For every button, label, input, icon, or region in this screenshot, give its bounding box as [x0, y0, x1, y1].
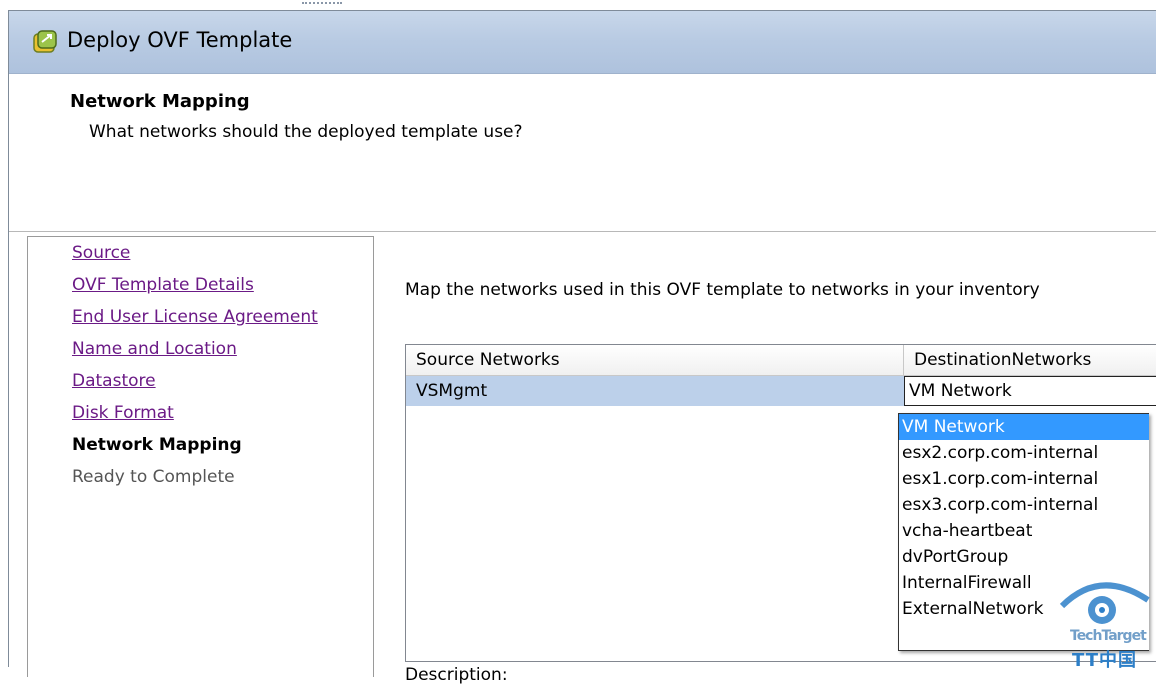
table-row[interactable]: VSMgmt VM Network — [406, 376, 1156, 406]
wizard-steps-nav: Source OVF Template Details End User Lic… — [27, 236, 374, 677]
destination-network-select[interactable]: VM Network — [904, 376, 1156, 406]
top-strip — [0, 0, 1156, 10]
column-header-destination-networks[interactable]: DestinationNetworks — [904, 345, 1156, 375]
nav-step-network-mapping: Network Mapping — [72, 435, 242, 455]
dropdown-option-esx1-internal[interactable]: esx1.corp.com-internal — [899, 466, 1149, 492]
watermark-brand-text: TechTarget — [1070, 628, 1147, 644]
window-title: Deploy OVF Template — [67, 28, 293, 52]
step-description: What networks should the deployed templa… — [89, 122, 523, 142]
nav-step-disk-format[interactable]: Disk Format — [72, 403, 174, 423]
resize-grip-icon[interactable] — [302, 2, 342, 10]
dropdown-option-esx2-internal[interactable]: esx2.corp.com-internal — [899, 440, 1149, 466]
wizard-header: Network Mapping What networks should the… — [9, 74, 1156, 232]
table-header: Source Networks DestinationNetworks — [406, 345, 1156, 376]
dropdown-option-vm-network[interactable]: VM Network — [899, 414, 1149, 440]
mapping-instruction: Map the networks used in this OVF templa… — [405, 280, 1040, 300]
nav-step-source[interactable]: Source — [72, 243, 130, 263]
source-network-cell[interactable]: VSMgmt — [406, 376, 904, 406]
ovf-template-icon — [33, 30, 57, 53]
techtarget-watermark: TechTarget TT中国 — [1052, 570, 1156, 671]
nav-step-ovf-template-details[interactable]: OVF Template Details — [72, 275, 254, 295]
nav-step-datastore[interactable]: Datastore — [72, 371, 156, 391]
dropdown-option-esx3-internal[interactable]: esx3.corp.com-internal — [899, 492, 1149, 518]
nav-step-name-and-location[interactable]: Name and Location — [72, 339, 237, 359]
title-bar[interactable]: Deploy OVF Template — [9, 11, 1156, 74]
description-label: Description: — [405, 665, 508, 685]
nav-step-eula[interactable]: End User License Agreement — [72, 307, 318, 327]
watermark-site-text: TT中国 — [1072, 650, 1137, 671]
eye-logo-icon — [1059, 582, 1150, 624]
dropdown-option-dvportgroup[interactable]: dvPortGroup — [899, 544, 1149, 570]
step-title: Network Mapping — [70, 91, 250, 112]
dropdown-option-vcha-heartbeat[interactable]: vcha-heartbeat — [899, 518, 1149, 544]
column-header-source-networks[interactable]: Source Networks — [406, 345, 904, 375]
nav-step-ready-to-complete: Ready to Complete — [72, 467, 235, 487]
